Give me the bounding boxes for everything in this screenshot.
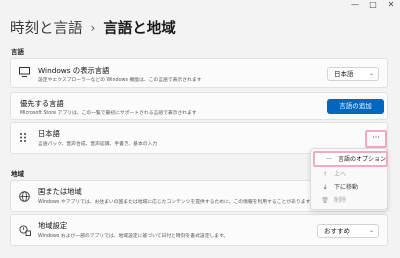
installed-language-title: 日本語 <box>38 129 60 138</box>
display-language-select[interactable]: 日本語 ⌄ <box>327 67 379 81</box>
preferred-languages-card: 優先する言語 Microsoft Store アプリは、この一覧で最初にサポート… <box>10 92 388 120</box>
menu-item-label: 削除 <box>334 197 347 204</box>
preferred-languages-description: Microsoft Store アプリは、この一覧で最初にサポートされる言語で表… <box>20 111 197 116</box>
arrow-down-icon: ↓ <box>322 184 328 191</box>
globe-icon <box>19 191 30 205</box>
country-region-description: Windows やアプリでは、お住まいの国または地域に応じたコンテンツを提供する… <box>38 200 311 205</box>
menu-item-move-down[interactable]: ↓ 下に移動 <box>311 182 387 191</box>
chevron-down-icon: ⌄ <box>368 70 374 77</box>
regional-format-select[interactable]: おすすめ ⌄ <box>317 224 379 238</box>
region-section-label: 地域 <box>11 170 24 178</box>
preferred-languages-title: 優先する言語 <box>20 99 64 108</box>
add-language-button[interactable]: 言語の追加 <box>327 99 384 114</box>
chevron-down-icon: ⌄ <box>368 227 374 234</box>
display-language-description: 設定やエクスプローラーなどの Windows 機能は、この言語で表示されます <box>38 78 202 83</box>
regional-format-title: 地域設定 <box>38 221 68 230</box>
breadcrumb-separator: › <box>90 20 96 35</box>
minimize-button[interactable]: — <box>346 0 364 12</box>
menu-item-remove[interactable]: 🗑 削除 <box>311 195 387 204</box>
arrow-up-icon: ↑ <box>322 171 328 178</box>
trash-icon: 🗑 <box>321 197 329 204</box>
regional-format-card: 地域設定 Windows および一部のアプリでは、地域設定に基づいて日付と時刻を… <box>10 214 388 246</box>
more-icon: ··· <box>326 156 332 163</box>
maximize-button[interactable]: □ <box>364 0 382 12</box>
page-title: 言語と地域 <box>103 21 176 37</box>
regional-format-description: Windows および一部のアプリでは、地域設定に基づいて日付と時刻を書式設定し… <box>38 234 229 239</box>
display-language-title: Windows の表示言語 <box>38 66 110 75</box>
breadcrumb: 時刻と言語 › 言語と地域 <box>10 17 176 38</box>
country-region-title: 国または地域 <box>38 187 82 196</box>
regional-format-value: おすすめ <box>324 227 350 235</box>
menu-item-label: 言語のオプション <box>338 156 387 163</box>
installed-language-description: 言語パック、音声合成、音声認識、手書き、基本の入力 <box>38 142 158 147</box>
display-language-value: 日本語 <box>334 70 354 78</box>
more-options-button[interactable]: ··· <box>365 130 387 148</box>
language-context-menu: ··· 言語のオプション ↑ 上へ ↓ 下に移動 🗑 削除 <box>310 148 388 210</box>
close-button[interactable]: ✕ <box>382 0 400 12</box>
monitor-icon <box>19 67 30 80</box>
window-controls: — □ ✕ <box>346 0 400 12</box>
menu-item-move-up[interactable]: ↑ 上へ <box>311 169 387 178</box>
drag-handle-icon[interactable] <box>19 132 27 146</box>
display-language-card: Windows の表示言語 設定やエクスプローラーなどの Windows 機能は… <box>10 58 388 88</box>
menu-item-label: 上へ <box>334 171 347 178</box>
menu-item-label: 下に移動 <box>334 184 359 191</box>
breadcrumb-parent[interactable]: 時刻と言語 <box>10 17 83 38</box>
regional-format-icon <box>19 225 31 239</box>
menu-item-language-options[interactable]: ··· 言語のオプション <box>313 151 388 167</box>
language-section-label: 言語 <box>11 48 24 56</box>
